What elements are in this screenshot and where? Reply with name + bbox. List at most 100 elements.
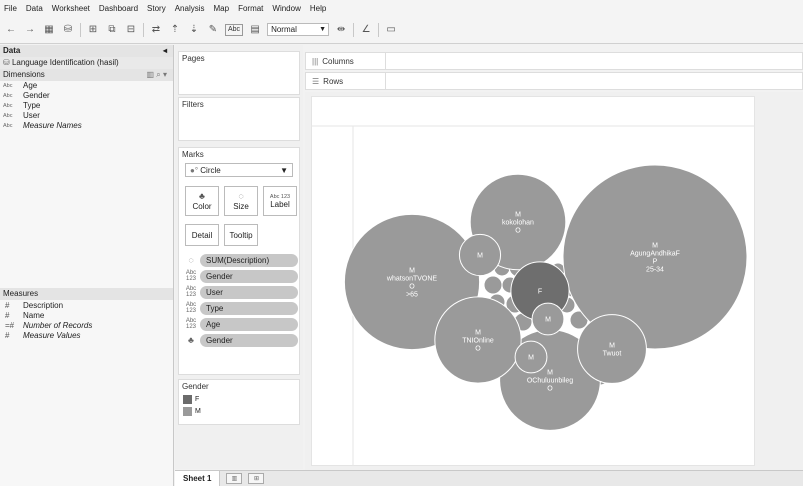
bubble-label: P	[653, 259, 658, 266]
sheet-tab-sheet1[interactable]: Sheet 1	[175, 471, 221, 486]
collapse-icon[interactable]: ◂	[163, 45, 167, 57]
measure-field[interactable]: # Name	[0, 311, 173, 321]
detail-button[interactable]: Detail	[185, 224, 219, 246]
highlight-icon[interactable]: ✎	[206, 23, 220, 37]
rows-shelf[interactable]: ☰ Rows	[305, 72, 803, 90]
save-icon[interactable]: ▦	[42, 23, 56, 37]
sort-ascending-icon[interactable]: ⇡	[168, 23, 182, 37]
label-button[interactable]: Abc 123 Label	[263, 186, 297, 216]
menu-item-worksheet[interactable]: Worksheet	[52, 4, 90, 13]
color-label: Color	[192, 202, 212, 211]
measure-field[interactable]: # Description	[0, 301, 173, 311]
menu-item-window[interactable]: Window	[272, 4, 300, 13]
marks-pill[interactable]: User	[200, 285, 298, 299]
color-button[interactable]: ♣ Color	[185, 186, 219, 216]
menu-item-help[interactable]: Help	[310, 4, 326, 13]
number-type-icon: #	[5, 301, 10, 310]
show-labels-button[interactable]: Abc	[225, 23, 244, 36]
bubble-label: M	[409, 268, 415, 275]
back-icon[interactable]: ←	[4, 23, 18, 37]
duplicate-sheet-icon[interactable]: ⧉	[105, 23, 119, 37]
color-icon: ♣	[199, 191, 205, 201]
new-worksheet-icon[interactable]: ⊞	[86, 23, 100, 37]
data-pane-header: Data ◂	[0, 45, 173, 57]
dimensions-title: Dimensions	[3, 70, 45, 79]
data-pane-title: Data	[3, 46, 21, 55]
measures-header: Measures	[0, 288, 173, 300]
sheet-tab-bar: Sheet 1 ▥ ⊞	[175, 470, 803, 486]
label-icon: Abc 123	[185, 302, 197, 314]
menu-item-analysis[interactable]: Analysis	[175, 4, 205, 13]
bubble-label: 25-34	[646, 267, 664, 274]
mark-type-value: Circle	[200, 165, 221, 175]
pages-title: Pages	[182, 54, 205, 63]
marks-pill[interactable]: Type	[200, 301, 298, 315]
swap-icon[interactable]: ⇄	[149, 23, 163, 37]
measure-field[interactable]: =# Number of Records	[0, 321, 173, 331]
columns-shelf[interactable]: ||| Columns	[305, 52, 803, 70]
bubble-label: M	[545, 317, 551, 324]
bubble-label: F	[538, 289, 542, 296]
filters-shelf[interactable]: Filters	[178, 97, 300, 141]
dimension-field[interactable]: Abc Type	[0, 101, 173, 111]
forward-icon[interactable]: →	[23, 23, 37, 37]
label-icon: Abc 123	[185, 286, 197, 298]
mark-type-dropdown[interactable]: ●° Circle ▼	[185, 163, 293, 177]
menu-item-story[interactable]: Story	[147, 4, 166, 13]
datasource-item[interactable]: ⛁ Language Identification (hasil)	[0, 57, 173, 69]
measure-name: Name	[23, 311, 45, 320]
dimension-field[interactable]: Abc Measure Names	[0, 121, 173, 131]
menu-item-dashboard[interactable]: Dashboard	[99, 4, 138, 13]
menu-bar: File Data Worksheet Dashboard Story Analysis M…	[0, 0, 803, 16]
bubble-mark[interactable]	[483, 275, 503, 295]
new-worksheet-icon[interactable]: ▥	[226, 473, 243, 484]
marks-pill-row: Abc 123 Age	[182, 317, 298, 331]
measure-name: Description	[23, 301, 64, 310]
legend-title: Gender	[182, 382, 209, 391]
trend-line-icon[interactable]: ∠	[359, 23, 373, 37]
menu-item-data[interactable]: Data	[26, 4, 43, 13]
size-button[interactable]: ◌ Size	[224, 186, 258, 216]
toolbar: ← → ▦ ⛁ ⊞ ⧉ ⊟ ⇄ ⇡ ⇣ ✎ Abc ▤ Normal ▼ ⇹ ∠ …	[0, 16, 803, 44]
bubble-label: M	[609, 343, 615, 350]
dimension-field[interactable]: Abc Gender	[0, 91, 173, 101]
columns-icon: |||	[312, 56, 319, 66]
pages-shelf[interactable]: Pages	[178, 51, 300, 95]
add-datasource-icon[interactable]: ⛁	[61, 23, 75, 37]
measure-field[interactable]: # Measure Values	[0, 331, 173, 341]
new-dashboard-icon[interactable]: ⊞	[248, 473, 265, 484]
color-icon: ♣	[188, 335, 194, 345]
marks-pill[interactable]: Age	[200, 317, 298, 331]
dimensions-list: Abc Age Abc Gender Abc Type Abc User Abc Measure …	[0, 81, 173, 131]
circle-mark-icon: ●°	[190, 165, 199, 175]
bubble-label: M	[528, 355, 534, 362]
marks-pill-row: Abc 123 Gender	[182, 269, 298, 283]
bubble-label: AgungAndhikaF	[630, 251, 680, 258]
tooltip-button[interactable]: Tooltip	[224, 224, 258, 246]
dimension-field[interactable]: Abc User	[0, 111, 173, 121]
fit-dropdown[interactable]: Normal ▼	[267, 23, 330, 36]
clear-sheet-icon[interactable]: ⊟	[124, 23, 138, 37]
marks-pill[interactable]: Gender	[200, 333, 298, 347]
dimension-name: Age	[23, 81, 38, 90]
menu-item-map[interactable]: Map	[214, 4, 230, 13]
bubble-chart[interactable]: MAgungAndhikaFP25-34MwhatsonTVONEO>65Mko…	[305, 92, 803, 470]
dimension-field[interactable]: Abc Age	[0, 81, 173, 91]
marks-pill[interactable]: SUM(Description)	[200, 253, 298, 267]
menu-item-file[interactable]: File	[4, 4, 17, 13]
search-icon[interactable]: ▥ ⌕ ▾	[147, 69, 168, 81]
fix-axes-icon[interactable]: ▤	[248, 23, 262, 37]
fit-width-icon[interactable]: ⇹	[334, 23, 348, 37]
rows-label-cell: ☰ Rows	[306, 73, 386, 89]
legend-item[interactable]: M	[179, 405, 299, 417]
legend-item[interactable]: F	[179, 393, 299, 405]
marks-pill[interactable]: Gender	[200, 269, 298, 283]
sort-descending-icon[interactable]: ⇣	[187, 23, 201, 37]
menu-item-format[interactable]: Format	[238, 4, 263, 13]
rows-label: Rows	[323, 76, 344, 86]
bubble-label: OChuluunbileg	[527, 378, 573, 385]
number-type-icon: #	[5, 311, 10, 320]
string-type-icon: Abc	[3, 103, 13, 109]
number-type-icon: #	[5, 331, 10, 340]
presentation-icon[interactable]: ▭	[384, 23, 398, 37]
